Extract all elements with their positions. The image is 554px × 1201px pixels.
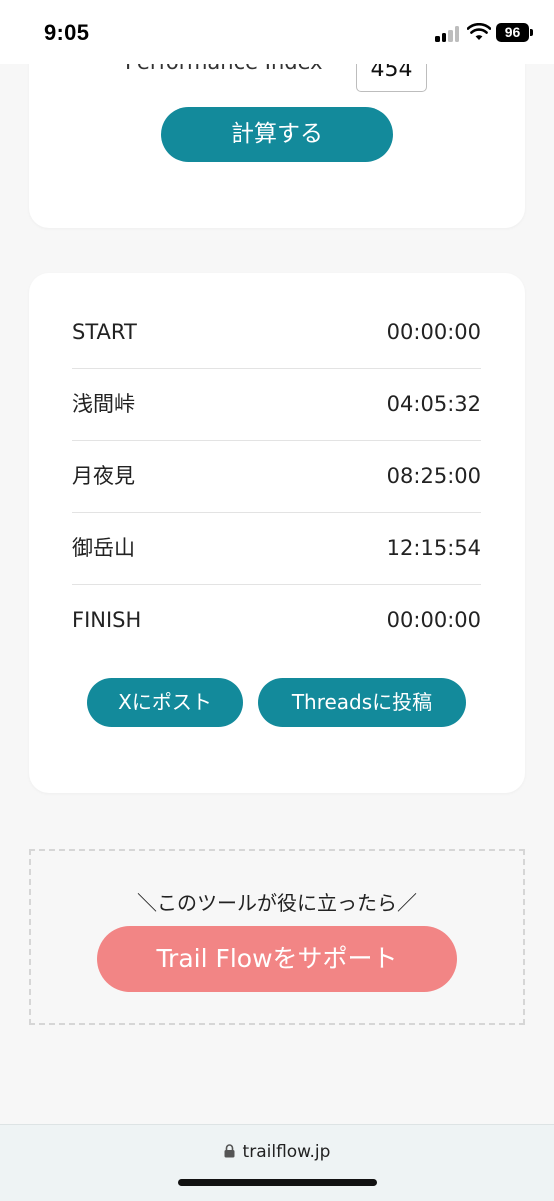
wifi-icon (467, 23, 491, 40)
support-message: ＼このツールが役に立ったら／ (137, 891, 417, 915)
status-bar: 9:05 96 (0, 0, 554, 64)
split-row-asama-toge: 浅間峠 04:05:32 (72, 369, 481, 441)
support-section: ＼このツールが役に立ったら／ Trail Flowをサポート (29, 849, 525, 1025)
split-time: 00:00:00 (386, 320, 481, 344)
split-name: 月夜見 (72, 464, 135, 488)
split-time: 08:25:00 (386, 464, 481, 488)
status-time: 9:05 (44, 20, 90, 45)
split-time: 12:15:54 (386, 536, 481, 560)
split-name: START (72, 320, 137, 344)
split-time: 00:00:00 (386, 608, 481, 632)
split-row-finish: FINISH 00:00:00 (72, 585, 481, 656)
url-text: trailflow.jp (242, 1142, 331, 1162)
split-times-table: START 00:00:00 浅間峠 04:05:32 月夜見 08:25:00… (72, 297, 481, 656)
split-name: 浅間峠 (72, 392, 135, 416)
post-to-threads-button[interactable]: Threadsに投稿 (258, 678, 466, 727)
split-name: FINISH (72, 608, 142, 632)
battery-icon: 96 (496, 23, 529, 42)
url-display[interactable]: trailflow.jp (0, 1142, 554, 1162)
support-trail-flow-button[interactable]: Trail Flowをサポート (97, 926, 457, 992)
home-indicator[interactable] (178, 1179, 377, 1186)
browser-url-bar[interactable]: trailflow.jp (0, 1124, 554, 1201)
lock-icon (224, 1144, 235, 1158)
split-row-tsukiyomi: 月夜見 08:25:00 (72, 441, 481, 513)
post-to-x-button[interactable]: Xにポスト (87, 678, 243, 727)
split-time: 04:05:32 (386, 392, 481, 416)
split-times-card: START 00:00:00 浅間峠 04:05:32 月夜見 08:25:00… (29, 273, 525, 793)
share-buttons: Xにポスト Threadsに投稿 (87, 678, 467, 728)
split-row-mitakesan: 御岳山 12:15:54 (72, 513, 481, 585)
split-row-start: START 00:00:00 (72, 297, 481, 369)
battery-nub (530, 29, 533, 36)
split-name: 御岳山 (72, 536, 135, 560)
calculate-button[interactable]: 計算する (161, 107, 393, 162)
cellular-signal-icon (435, 25, 461, 42)
